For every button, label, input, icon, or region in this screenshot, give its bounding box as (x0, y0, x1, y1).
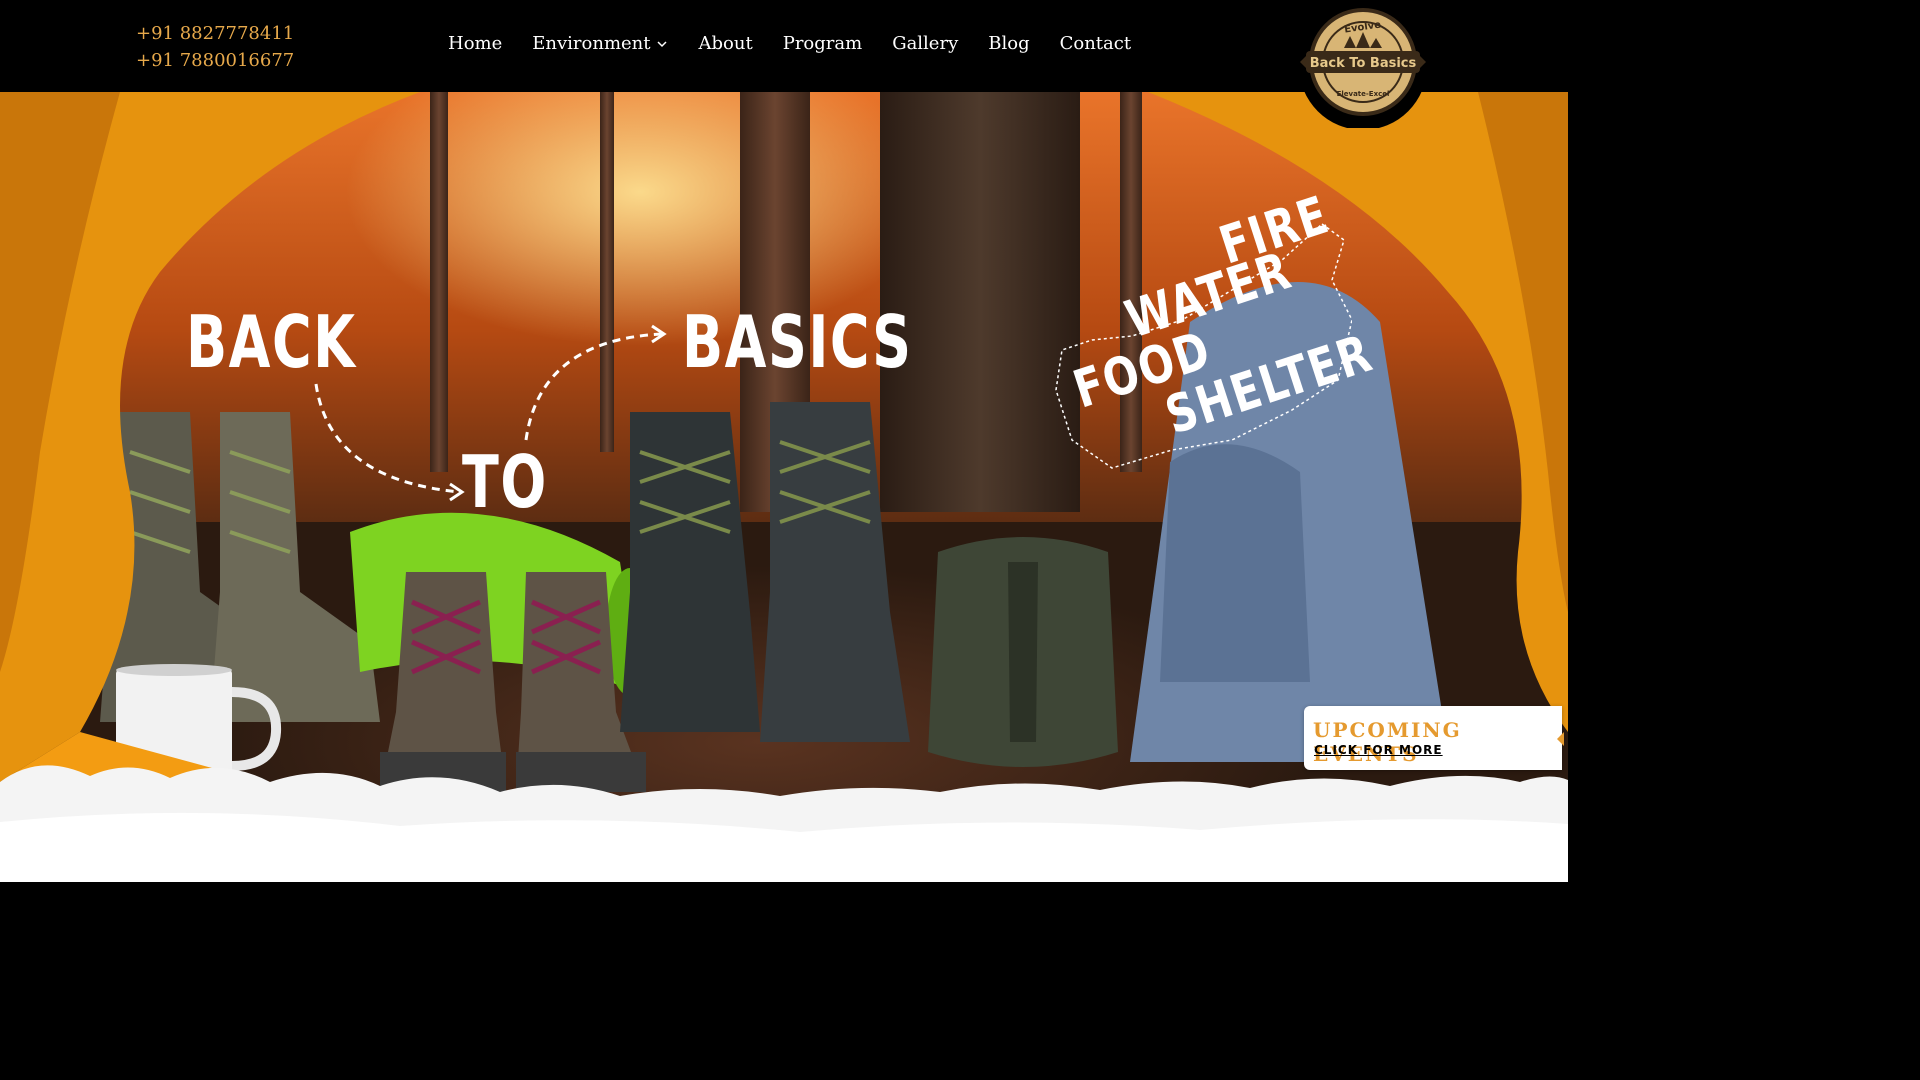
metal-canteen (928, 537, 1118, 767)
nav-program[interactable]: Program (783, 33, 862, 54)
nav-blog[interactable]: Blog (988, 33, 1029, 54)
hero-word-basics: BASICS (682, 300, 913, 384)
phone-number-1[interactable]: +91 8827778411 (136, 20, 294, 47)
nav-contact[interactable]: Contact (1060, 33, 1131, 54)
site-logo[interactable]: Back To Basics Evolve Elevate-Excel (1292, 4, 1434, 128)
upcoming-events-widget[interactable]: UPCOMING EVENTS CLICK FOR MORE (1304, 706, 1564, 770)
upcoming-events-title: UPCOMING EVENTS (1313, 718, 1462, 766)
nav-environment-label: Environment (532, 33, 651, 54)
nav-about[interactable]: About (699, 33, 753, 54)
click-for-more-link[interactable]: CLICK FOR MORE (1314, 743, 1443, 757)
dashed-arrow-icon (314, 324, 667, 502)
nav-home[interactable]: Home (448, 33, 502, 54)
logo-main-text: Back To Basics (1310, 56, 1417, 71)
site-header: +91 8827778411 +91 7880016677 Home Envir… (0, 0, 1568, 128)
chevron-down-icon (656, 40, 667, 47)
arrow-left-icon (1557, 732, 1564, 746)
main-nav: Home Environment About Program Gallery B… (448, 33, 1131, 54)
nav-gallery[interactable]: Gallery (892, 33, 958, 54)
nav-environment[interactable]: Environment (532, 33, 668, 54)
phone-number-2[interactable]: +91 7880016677 (136, 47, 294, 74)
snow-border (0, 765, 1568, 882)
logo-bottom-text: Elevate-Excel (1337, 90, 1390, 98)
phone-numbers: +91 8827778411 +91 7880016677 (136, 20, 294, 74)
